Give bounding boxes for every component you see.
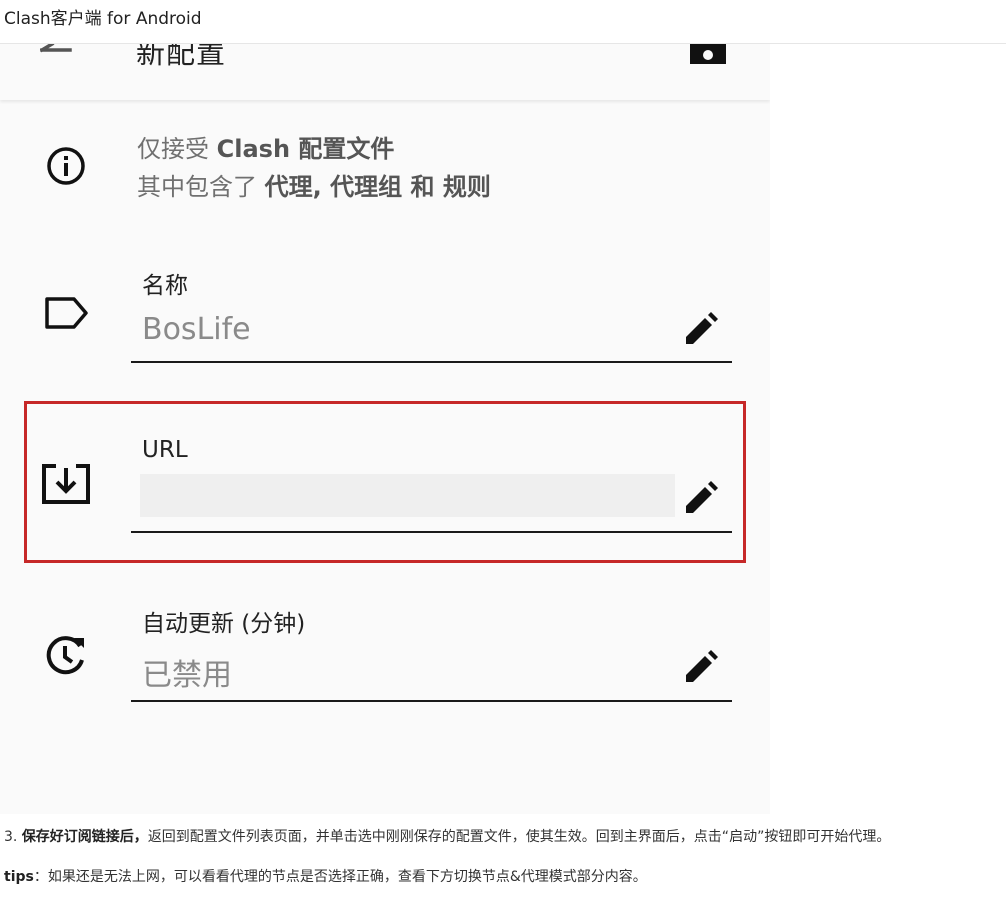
- back-arrow-icon[interactable]: [40, 44, 72, 62]
- app-bar-title: 新配置: [136, 44, 227, 70]
- name-field-label: 名称: [142, 273, 188, 299]
- auto-update-value[interactable]: 已禁用: [142, 650, 232, 694]
- info-text: 仅接受 Clash 配置文件 其中包含了 代理, 代理组 和 规则: [137, 135, 491, 201]
- edit-auto-update-icon[interactable]: [682, 650, 718, 686]
- highlight-box: [24, 401, 746, 563]
- info-icon: [47, 147, 85, 185]
- label-tag-icon: [45, 297, 88, 329]
- name-field-value[interactable]: BosLife: [142, 312, 251, 347]
- update-clock-icon: [46, 636, 84, 675]
- app-screenshot: 新配置 仅接受 Clash 配置文件 其中包含了 代理, 代理组 和 规则 名称…: [0, 44, 770, 814]
- page-title: Clash客户端 for Android: [4, 9, 202, 29]
- auto-update-underline: [131, 700, 732, 702]
- auto-update-label: 自动更新 (分钟): [142, 611, 306, 637]
- edit-name-icon[interactable]: [682, 312, 718, 348]
- save-icon[interactable]: [690, 44, 726, 64]
- app-bar: 新配置: [0, 44, 770, 100]
- name-field-underline: [131, 361, 732, 363]
- step3-paragraph: 3. 保存好订阅链接后，返回到配置文件列表页面，并单击选中刚刚保存的配置文件，使…: [4, 829, 891, 845]
- tips-paragraph: tips：如果还是无法上网，可以看看代理的节点是否选择正确，查看下方切换节点&代…: [4, 869, 647, 885]
